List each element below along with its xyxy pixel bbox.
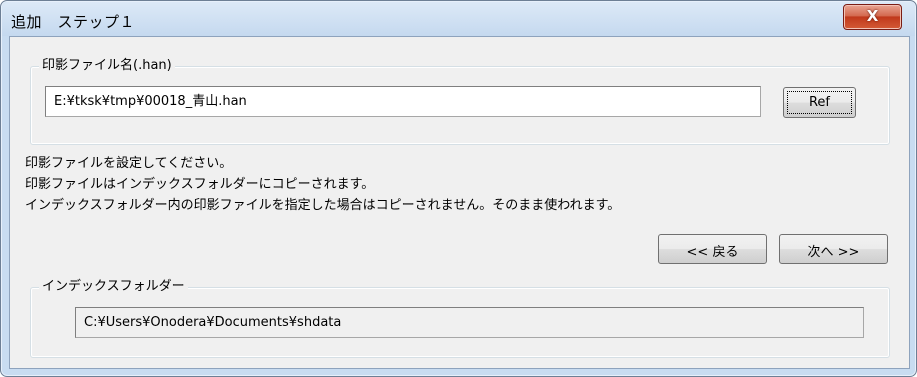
- close-icon: X: [866, 7, 879, 25]
- back-button-label: << 戻る: [686, 245, 739, 260]
- next-button[interactable]: 次へ >>: [779, 234, 888, 264]
- ref-button[interactable]: Ref: [783, 87, 856, 118]
- instruction-text-3: インデックスフォルダー内の印影ファイルを指定した場合はコピーされません。そのまま…: [25, 198, 621, 213]
- back-button[interactable]: << 戻る: [658, 234, 767, 264]
- seal-file-group-label: 印影ファイル名(.han): [39, 58, 175, 74]
- index-folder-group-label: インデックスフォルダー: [39, 279, 188, 295]
- close-button[interactable]: X: [843, 4, 902, 30]
- window-title: 追加 ステップ１: [11, 13, 136, 31]
- dialog-client-area: 印影ファイル名(.han) E:¥tksk¥tmp¥00018_青山.han R…: [9, 36, 910, 369]
- instruction-text-1: 印影ファイルを設定してください。: [25, 156, 233, 171]
- next-button-label: 次へ >>: [807, 245, 860, 260]
- seal-file-groupbox: 印影ファイル名(.han) E:¥tksk¥tmp¥00018_青山.han R…: [30, 58, 890, 145]
- instruction-text-2: 印影ファイルはインデックスフォルダーにコピーされます。: [25, 177, 375, 192]
- ref-button-label: Ref: [808, 95, 831, 110]
- index-folder-path-field: C:¥Users¥Onodera¥Documents¥shdata: [75, 307, 864, 338]
- dialog-window: 追加 ステップ１ X 印影ファイル名(.han) E:¥tksk¥tmp¥000…: [0, 0, 917, 377]
- index-folder-groupbox: インデックスフォルダー C:¥Users¥Onodera¥Documents¥s…: [30, 279, 890, 358]
- seal-file-path-input[interactable]: E:¥tksk¥tmp¥00018_青山.han: [45, 86, 761, 117]
- title-bar[interactable]: 追加 ステップ１ X: [2, 2, 915, 36]
